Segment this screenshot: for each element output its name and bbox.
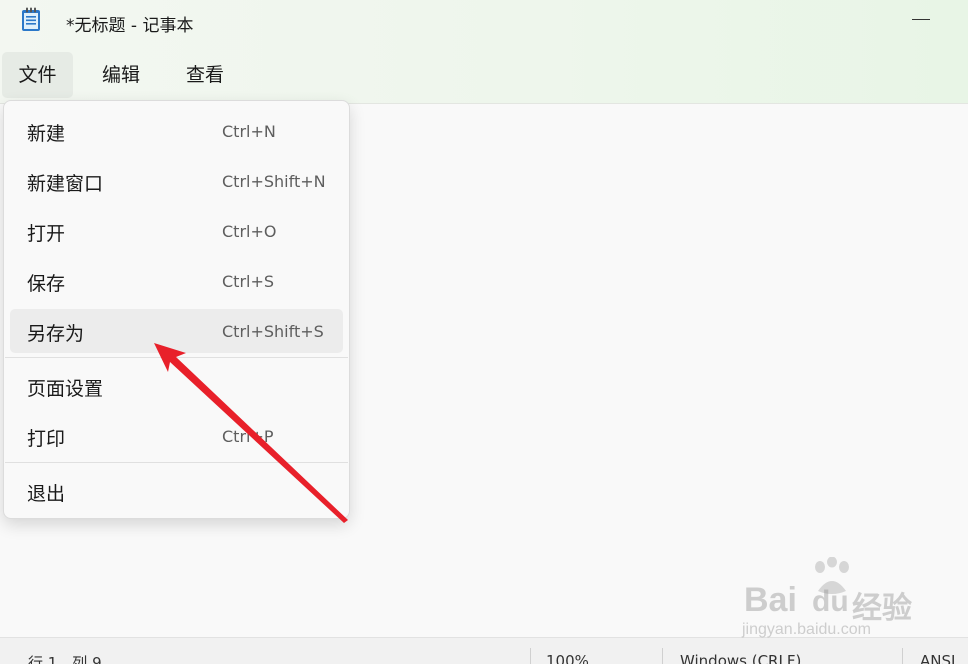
menu-view[interactable]: 查看 — [170, 52, 240, 98]
menu-item-save-as[interactable]: 另存为 Ctrl+Shift+S — [10, 309, 343, 353]
menu-item-shortcut: Ctrl+Shift+N — [222, 172, 326, 191]
status-divider — [530, 648, 531, 664]
menu-item-shortcut: Ctrl+Shift+S — [222, 322, 324, 341]
menu-item-new-window[interactable]: 新建窗口 Ctrl+Shift+N — [10, 159, 343, 203]
menu-item-label: 新建 — [27, 123, 66, 145]
menu-item-label: 新建窗口 — [27, 173, 104, 195]
watermark-url: jingyan.baidu.com — [742, 621, 871, 638]
window-title: *无标题 - 记事本 — [66, 16, 194, 36]
menu-item-open[interactable]: 打开 Ctrl+O — [10, 209, 343, 253]
menu-item-shortcut: Ctrl+P — [222, 427, 274, 446]
menu-item-shortcut: Ctrl+O — [222, 222, 277, 241]
menu-file[interactable]: 文件 — [2, 52, 73, 98]
menu-item-label: 打开 — [27, 223, 66, 245]
menu-divider — [5, 462, 348, 463]
watermark-brand-suffix: du — [812, 585, 849, 618]
line-ending: Windows (CRLF) — [680, 652, 802, 664]
status-divider — [902, 648, 903, 664]
menu-item-label: 另存为 — [27, 323, 85, 345]
menu-item-label: 打印 — [27, 428, 66, 450]
minimize-icon[interactable] — [912, 19, 930, 20]
menu-item-label: 页面设置 — [27, 378, 104, 400]
menu-item-save[interactable]: 保存 Ctrl+S — [10, 259, 343, 303]
menu-item-label: 退出 — [27, 483, 66, 505]
baidu-watermark: Bai du 经验 jingyan.baidu.com — [740, 555, 960, 645]
menu-bar: 文件 编辑 查看 — [0, 50, 968, 104]
menu-edit[interactable]: 编辑 — [86, 52, 156, 98]
notepad-icon — [22, 7, 40, 31]
menu-item-exit[interactable]: 退出 — [10, 469, 343, 513]
status-divider — [662, 648, 663, 664]
menu-item-page-setup[interactable]: 页面设置 — [10, 364, 343, 408]
encoding: ANSI — [920, 652, 956, 664]
menu-item-print[interactable]: 打印 Ctrl+P — [10, 414, 343, 458]
menu-item-shortcut: Ctrl+S — [222, 272, 275, 291]
title-bar: *无标题 - 记事本 — [0, 0, 968, 50]
menu-item-new[interactable]: 新建 Ctrl+N — [10, 109, 343, 153]
menu-item-shortcut: Ctrl+N — [222, 122, 276, 141]
watermark-brand: Bai — [744, 581, 797, 619]
cursor-position: 行 1，列 9 — [28, 654, 102, 664]
zoom-level: 100% — [546, 652, 589, 664]
file-menu-dropdown: 新建 Ctrl+N 新建窗口 Ctrl+Shift+N 打开 Ctrl+O 保存… — [3, 100, 350, 519]
menu-divider — [5, 357, 348, 358]
menu-item-label: 保存 — [27, 273, 66, 295]
